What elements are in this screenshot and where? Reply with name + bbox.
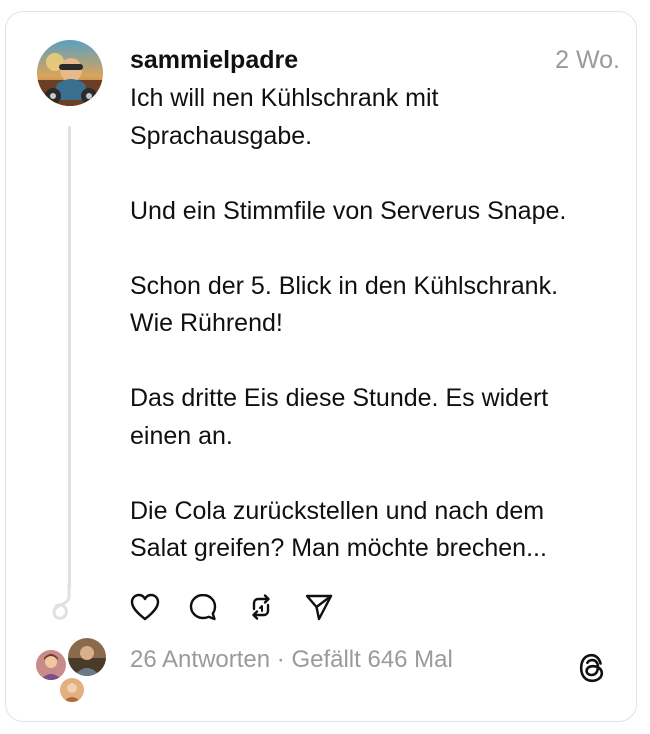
author-username[interactable]: sammielpadre (130, 44, 298, 76)
post-text: Ich will nen Kühlschrank mit Sprachausga… (130, 80, 625, 568)
reply-button[interactable] (186, 590, 220, 624)
replier-avatar (34, 648, 68, 682)
post-timestamp[interactable]: 2 Wo. (555, 44, 620, 76)
post-line: Und ein Stimmfile von Serverus Snape. (130, 196, 567, 225)
post-line-blank (130, 155, 625, 193)
stats-separator: · (270, 646, 292, 673)
repost-button[interactable] (244, 590, 278, 624)
post-line: einen an. (130, 421, 233, 450)
post-line-blank (130, 343, 625, 381)
replier-avatar (66, 636, 108, 678)
post-line: Sprachausgabe. (130, 121, 313, 150)
post-line: Wie Rührend! (130, 309, 283, 337)
post-line: Schon der 5. Blick in den Kühlschrank. (130, 271, 559, 300)
post-line: Die Cola zurückstellen und nach dem (130, 496, 545, 525)
post-line-blank (130, 455, 625, 493)
post-line: Ich will nen Kühlschrank mit (130, 84, 439, 112)
share-button[interactable] (302, 590, 336, 624)
send-icon (305, 594, 333, 621)
post-line: Salat greifen? Man möchte brechen... (130, 534, 547, 562)
replier-avatar (58, 676, 86, 704)
heart-icon (130, 593, 160, 621)
repost-icon (252, 594, 270, 620)
post-line-blank (130, 230, 625, 268)
comment-icon (189, 593, 217, 621)
post-stats: 26 Antworten · Gefällt 646 Mal (130, 645, 453, 675)
likes-count-link[interactable]: Gefällt 646 Mal (291, 646, 452, 673)
thread-loop-icon (52, 584, 71, 620)
post-actions (128, 590, 360, 624)
thread-line (68, 126, 71, 588)
threads-logo-icon[interactable] (576, 651, 608, 685)
replies-count-link[interactable]: 26 Antworten (130, 646, 270, 673)
like-button[interactable] (128, 590, 162, 624)
replier-avatars[interactable] (34, 636, 110, 704)
author-avatar[interactable] (37, 40, 103, 106)
post-line: Das dritte Eis diese Stunde. Es widert (130, 384, 549, 412)
